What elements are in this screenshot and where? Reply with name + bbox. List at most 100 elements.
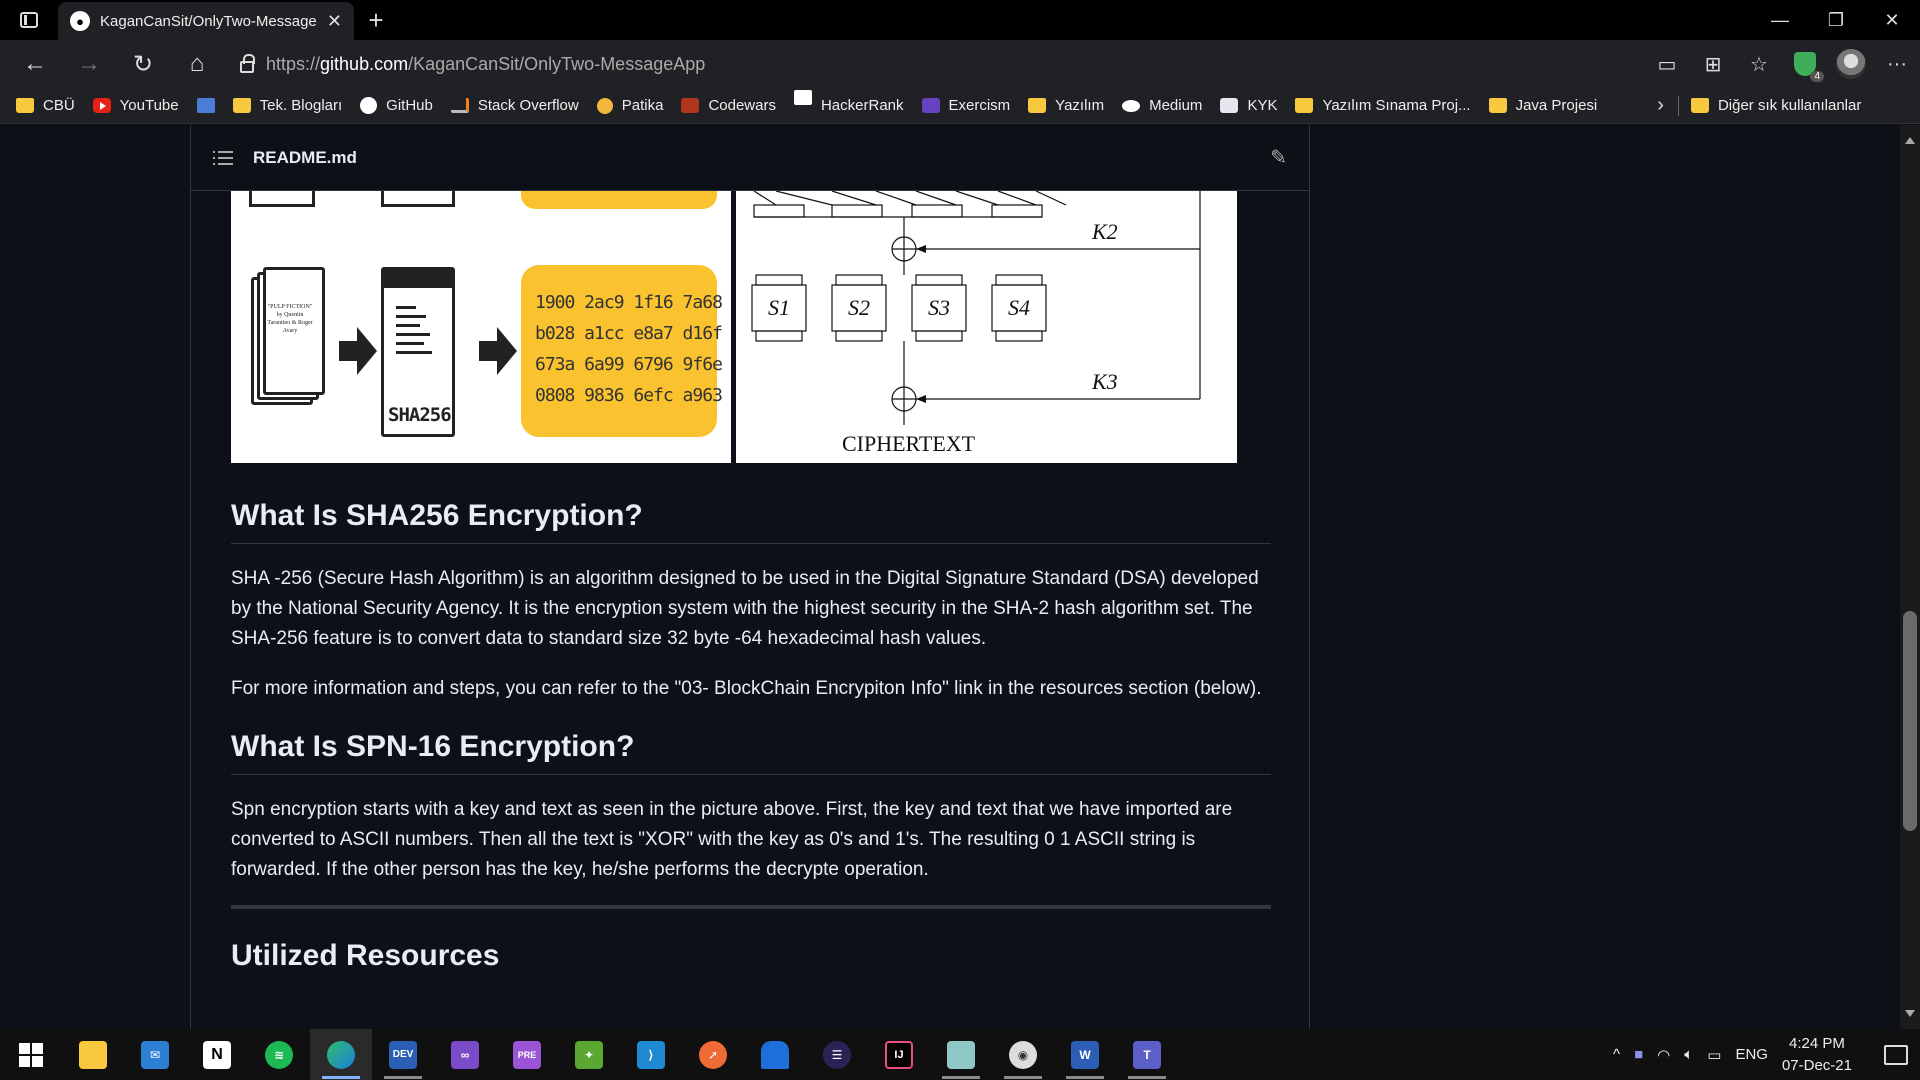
sbox-label: S3 bbox=[928, 295, 950, 320]
hash-line: 673a 6a99 6796 9f6e bbox=[535, 354, 723, 375]
hash-line: b028 a1cc e8a7 d16f bbox=[535, 323, 723, 344]
extension-badge: 4 bbox=[1810, 71, 1824, 82]
back-button[interactable]: ← bbox=[8, 40, 62, 88]
sha256-heading: What Is SHA256 Encryption? bbox=[231, 499, 1271, 544]
folder-icon bbox=[1690, 98, 1709, 113]
spotify-icon: ≋ bbox=[265, 1040, 293, 1069]
bookmark-medium[interactable]: Medium bbox=[1122, 97, 1202, 114]
close-window-button[interactable]: ✕ bbox=[1864, 0, 1920, 40]
taskbar-file-explorer[interactable] bbox=[62, 1029, 124, 1080]
minimize-button[interactable]: — bbox=[1752, 0, 1808, 40]
new-tab-button[interactable]: + bbox=[354, 0, 398, 40]
hackerrank-icon bbox=[793, 90, 812, 105]
bookmark-translate[interactable] bbox=[196, 98, 215, 113]
translate-icon bbox=[196, 98, 215, 113]
hash-fragment bbox=[521, 191, 717, 209]
apps-icon[interactable]: ⊞ bbox=[1690, 40, 1736, 88]
taskbar-sketch-tool[interactable]: ✦ bbox=[558, 1029, 620, 1080]
immersive-reader-icon[interactable]: ▭ bbox=[1644, 40, 1690, 88]
taskbar-edge[interactable] bbox=[310, 1029, 372, 1080]
taskbar-edge-dev[interactable] bbox=[744, 1029, 806, 1080]
taskbar-visual-studio[interactable]: ∞ bbox=[434, 1029, 496, 1080]
bookmark-yazilim[interactable]: Yazılım bbox=[1028, 97, 1104, 114]
bookmarks-overflow-chevron-icon[interactable]: › bbox=[1657, 94, 1664, 117]
ciphertext-label: CIPHERTEXT bbox=[842, 431, 976, 456]
lock-icon[interactable] bbox=[240, 53, 255, 73]
codewars-icon bbox=[681, 98, 700, 113]
markdown-body: "PULP FICTION" by Quentin Tarantino & Ro… bbox=[231, 191, 1271, 1003]
utilized-resources-heading: Utilized Resources bbox=[231, 939, 500, 972]
bookmark-patika[interactable]: Patika bbox=[596, 97, 663, 114]
url-text[interactable]: https://github.com/KaganCanSit/OnlyTwo-M… bbox=[266, 54, 705, 75]
taskbar-postman[interactable]: ➚ bbox=[682, 1029, 744, 1080]
bookmark-exercism[interactable]: Exercism bbox=[921, 97, 1010, 114]
spn16-heading: What Is SPN-16 Encryption? bbox=[231, 730, 1271, 775]
volume-icon[interactable]: 🔈︎ bbox=[1684, 1046, 1693, 1063]
taskbar-spotify[interactable]: ≋ bbox=[248, 1029, 310, 1080]
close-tab-icon[interactable]: ✕ bbox=[327, 11, 342, 32]
scrollbar-thumb[interactable] bbox=[1903, 611, 1917, 831]
more-menu-icon[interactable]: ··· bbox=[1874, 40, 1920, 88]
scroll-up-arrow-icon[interactable] bbox=[1905, 137, 1915, 144]
bookmark-codewars[interactable]: Codewars bbox=[681, 97, 776, 114]
hash-output-box: 1900 2ac9 1f16 7a68 b028 a1cc e8a7 d16f … bbox=[521, 265, 723, 437]
scroll-down-arrow-icon[interactable] bbox=[1905, 1010, 1915, 1017]
taskbar-dev-tool[interactable]: DEV bbox=[372, 1029, 434, 1080]
readme-header: README.md ✎ bbox=[191, 125, 1309, 191]
edit-pencil-icon[interactable]: ✎ bbox=[1270, 145, 1287, 170]
bookmark-kyk[interactable]: KYK bbox=[1220, 97, 1277, 114]
taskbar-notion[interactable]: N bbox=[186, 1029, 248, 1080]
start-button[interactable] bbox=[0, 1029, 62, 1080]
browser-tab[interactable]: ● KaganCanSit/OnlyTwo-MessageA ✕ bbox=[58, 2, 354, 40]
folder-icon bbox=[1488, 98, 1507, 113]
arrow-right-icon bbox=[479, 327, 517, 375]
address-toolbar: ← → ↻ ⌂ https://github.com/KaganCanSit/O… bbox=[0, 40, 1920, 88]
taskbar-cloud-app[interactable] bbox=[930, 1029, 992, 1080]
show-hidden-icons-chevron-icon[interactable]: ^ bbox=[1613, 1046, 1620, 1063]
taskbar-obs[interactable]: ◉ bbox=[992, 1029, 1054, 1080]
table-of-contents-icon[interactable] bbox=[213, 150, 233, 165]
bookmark-java-projesi[interactable]: Java Projesi bbox=[1488, 97, 1597, 114]
tab-actions-button[interactable] bbox=[0, 0, 58, 40]
bookmark-github[interactable]: GitHub bbox=[360, 97, 433, 114]
sha256-paragraph: SHA -256 (Secure Hash Algorithm) is an a… bbox=[231, 568, 1259, 649]
clock[interactable]: 4:24 PM 07-Dec-21 bbox=[1782, 1033, 1852, 1077]
favorites-star-icon[interactable]: ☆ bbox=[1736, 40, 1782, 88]
title-bar: ● KaganCanSit/OnlyTwo-MessageA ✕ + — ❐ ✕ bbox=[0, 0, 1920, 40]
taskbar-intellij[interactable]: IJ bbox=[868, 1029, 930, 1080]
bookmark-other-favorites[interactable]: Diğer sık kullanılanlar bbox=[1690, 97, 1861, 114]
dev-icon: DEV bbox=[389, 1040, 417, 1069]
refresh-button[interactable]: ↻ bbox=[116, 40, 170, 88]
extension-shield-button[interactable]: 4 bbox=[1782, 40, 1828, 88]
notification-center-icon[interactable] bbox=[1884, 1044, 1908, 1065]
bookmark-yazilim-sinama[interactable]: Yazılım Sınama Proj... bbox=[1295, 97, 1471, 114]
bookmark-youtube[interactable]: YouTube bbox=[92, 97, 179, 114]
taskbar-teams[interactable]: T bbox=[1116, 1029, 1178, 1080]
profile-button[interactable] bbox=[1828, 40, 1874, 88]
bookmark-tek-bloglari[interactable]: Tek. Blogları bbox=[232, 97, 342, 114]
taskbar-visual-studio-preview[interactable]: PRE bbox=[496, 1029, 558, 1080]
sha256-info-paragraph: For more information and steps, you can … bbox=[231, 678, 1262, 699]
forward-button[interactable]: → bbox=[62, 40, 116, 88]
page-scrollbar[interactable] bbox=[1900, 125, 1920, 1029]
taskbar-vscode[interactable]: ⟩ bbox=[620, 1029, 682, 1080]
taskbar-mail[interactable]: ✉ bbox=[124, 1029, 186, 1080]
system-tray: ^ ■ ◠ 🔈︎ ▭ ENG 4:24 PM 07-Dec-21 bbox=[1613, 1029, 1920, 1080]
taskbar-eclipse[interactable]: ☰ bbox=[806, 1029, 868, 1080]
teams-tray-icon[interactable]: ■ bbox=[1634, 1046, 1643, 1063]
bookmark-stack-overflow[interactable]: Stack Overflow bbox=[450, 97, 579, 114]
document-text: "PULP FICTION" by Quentin Tarantino & Ro… bbox=[267, 304, 313, 334]
sha256-label: SHA256 bbox=[388, 404, 452, 426]
wifi-icon[interactable]: ◠ bbox=[1657, 1046, 1670, 1064]
bookmark-cbu[interactable]: CBÜ bbox=[16, 97, 75, 114]
restore-button[interactable]: ❐ bbox=[1808, 0, 1864, 40]
window-controls: — ❐ ✕ bbox=[1752, 0, 1920, 40]
word-icon: W bbox=[1071, 1040, 1099, 1069]
doc-fragment bbox=[381, 191, 455, 207]
mail-icon: ✉ bbox=[141, 1040, 169, 1069]
home-button[interactable]: ⌂ bbox=[170, 40, 224, 88]
taskbar-word[interactable]: W bbox=[1054, 1029, 1116, 1080]
language-indicator[interactable]: ENG bbox=[1735, 1046, 1768, 1063]
battery-icon[interactable]: ▭ bbox=[1707, 1046, 1721, 1064]
visual-studio-icon: ∞ bbox=[451, 1040, 479, 1069]
